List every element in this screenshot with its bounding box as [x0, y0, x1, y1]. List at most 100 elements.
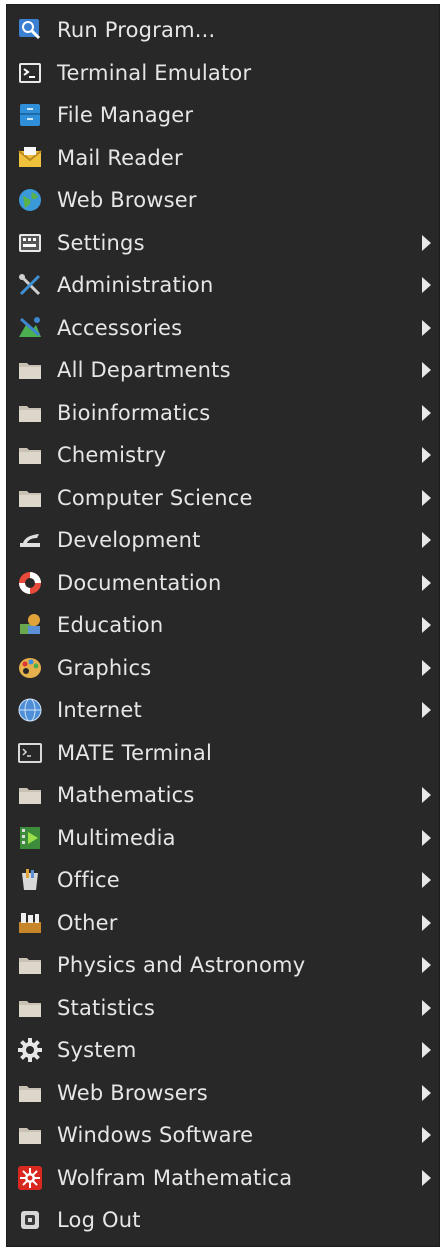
accessories-icon [17, 315, 43, 341]
run-program-icon [17, 17, 43, 43]
submenu-arrow-icon [422, 914, 431, 931]
menu-item-wolfram-mathematica[interactable]: Wolfram Mathematica [7, 1157, 439, 1200]
menu-item-label: Multimedia [57, 825, 176, 850]
submenu-arrow-icon [422, 617, 431, 634]
submenu-arrow-icon [422, 829, 431, 846]
menu-item-all-departments[interactable]: All Departments [7, 349, 439, 392]
menu-item-graphics[interactable]: Graphics [7, 647, 439, 690]
menu-item-label: Wolfram Mathematica [57, 1165, 293, 1190]
menu-item-label: Chemistry [57, 443, 167, 468]
other-icon [17, 910, 43, 936]
submenu-arrow-icon [422, 447, 431, 464]
mate-terminal-icon [17, 740, 43, 766]
menu-item-label: Mathematics [57, 783, 195, 808]
submenu-arrow-icon [422, 1084, 431, 1101]
menu-item-mail-reader[interactable]: Mail Reader [7, 137, 439, 180]
menu-item-web-browsers[interactable]: Web Browsers [7, 1072, 439, 1115]
folder-icon [17, 442, 43, 468]
settings-icon [17, 230, 43, 256]
menu-item-label: Computer Science [57, 485, 253, 510]
menu-item-terminal-emulator[interactable]: Terminal Emulator [7, 52, 439, 95]
menu-item-label: Run Program... [57, 18, 216, 43]
menu-item-label: Windows Software [57, 1123, 254, 1148]
folder-icon [17, 357, 43, 383]
wolfram-icon [17, 1165, 43, 1191]
globe-icon [17, 187, 43, 213]
gear-icon [17, 1037, 43, 1063]
submenu-arrow-icon [422, 999, 431, 1016]
menu-item-label: All Departments [57, 358, 231, 383]
submenu-arrow-icon [422, 234, 431, 251]
menu-item-system[interactable]: System [7, 1029, 439, 1072]
menu-item-mathematics[interactable]: Mathematics [7, 774, 439, 817]
menu-item-label: Log Out [57, 1208, 141, 1233]
folder-icon [17, 400, 43, 426]
mail-icon [17, 145, 43, 171]
logout-icon [17, 1207, 43, 1233]
menu-item-label: Web Browser [57, 188, 197, 213]
submenu-arrow-icon [422, 489, 431, 506]
menu-item-label: Statistics [57, 995, 155, 1020]
folder-icon [17, 485, 43, 511]
development-icon [17, 527, 43, 553]
menu-item-mate-terminal[interactable]: MATE Terminal [7, 732, 439, 775]
menu-item-label: Web Browsers [57, 1080, 208, 1105]
menu-item-label: File Manager [57, 103, 194, 128]
menu-item-label: System [57, 1038, 137, 1063]
folder-icon [17, 995, 43, 1021]
tools-icon [17, 272, 43, 298]
menu-item-label: Accessories [57, 315, 183, 340]
submenu-arrow-icon [422, 532, 431, 549]
folder-icon [17, 1122, 43, 1148]
menu-item-label: Documentation [57, 570, 222, 595]
submenu-arrow-icon [422, 1127, 431, 1144]
menu-item-statistics[interactable]: Statistics [7, 987, 439, 1030]
folder-icon [17, 782, 43, 808]
menu-item-windows-software[interactable]: Windows Software [7, 1114, 439, 1157]
menu-item-label: Other [57, 910, 118, 935]
menu-item-documentation[interactable]: Documentation [7, 562, 439, 605]
menu-item-label: Administration [57, 273, 214, 298]
menu-item-chemistry[interactable]: Chemistry [7, 434, 439, 477]
menu-item-other[interactable]: Other [7, 902, 439, 945]
menu-item-label: Education [57, 613, 164, 638]
menu-item-label: Internet [57, 698, 142, 723]
menu-item-administration[interactable]: Administration [7, 264, 439, 307]
menu-item-computer-science[interactable]: Computer Science [7, 477, 439, 520]
submenu-arrow-icon [422, 319, 431, 336]
menu-item-run-program[interactable]: Run Program... [7, 9, 439, 52]
submenu-arrow-icon [422, 957, 431, 974]
office-icon [17, 867, 43, 893]
multimedia-icon [17, 825, 43, 851]
menu-item-label: Terminal Emulator [57, 60, 252, 85]
menu-item-label: MATE Terminal [57, 740, 212, 765]
application-menu: Run Program... Terminal Emulator File Mana… [6, 4, 440, 1247]
menu-item-physics-and-astronomy[interactable]: Physics and Astronomy [7, 944, 439, 987]
menu-item-log-out[interactable]: Log Out [7, 1199, 439, 1242]
submenu-arrow-icon [422, 702, 431, 719]
menu-item-bioinformatics[interactable]: Bioinformatics [7, 392, 439, 435]
menu-item-label: Graphics [57, 655, 152, 680]
file-manager-icon [17, 102, 43, 128]
lifebuoy-icon [17, 570, 43, 596]
menu-item-development[interactable]: Development [7, 519, 439, 562]
submenu-arrow-icon [422, 1042, 431, 1059]
menu-item-file-manager[interactable]: File Manager [7, 94, 439, 137]
menu-item-multimedia[interactable]: Multimedia [7, 817, 439, 860]
menu-item-label: Bioinformatics [57, 400, 211, 425]
folder-icon [17, 952, 43, 978]
education-icon [17, 612, 43, 638]
menu-item-office[interactable]: Office [7, 859, 439, 902]
menu-item-web-browser[interactable]: Web Browser [7, 179, 439, 222]
menu-item-internet[interactable]: Internet [7, 689, 439, 732]
internet-icon [17, 697, 43, 723]
palette-icon [17, 655, 43, 681]
menu-item-education[interactable]: Education [7, 604, 439, 647]
submenu-arrow-icon [422, 787, 431, 804]
menu-item-accessories[interactable]: Accessories [7, 307, 439, 350]
menu-item-label: Development [57, 528, 201, 553]
menu-item-settings[interactable]: Settings [7, 222, 439, 265]
submenu-arrow-icon [422, 277, 431, 294]
menu-item-label: Mail Reader [57, 145, 183, 170]
menu-item-label: Physics and Astronomy [57, 953, 306, 978]
